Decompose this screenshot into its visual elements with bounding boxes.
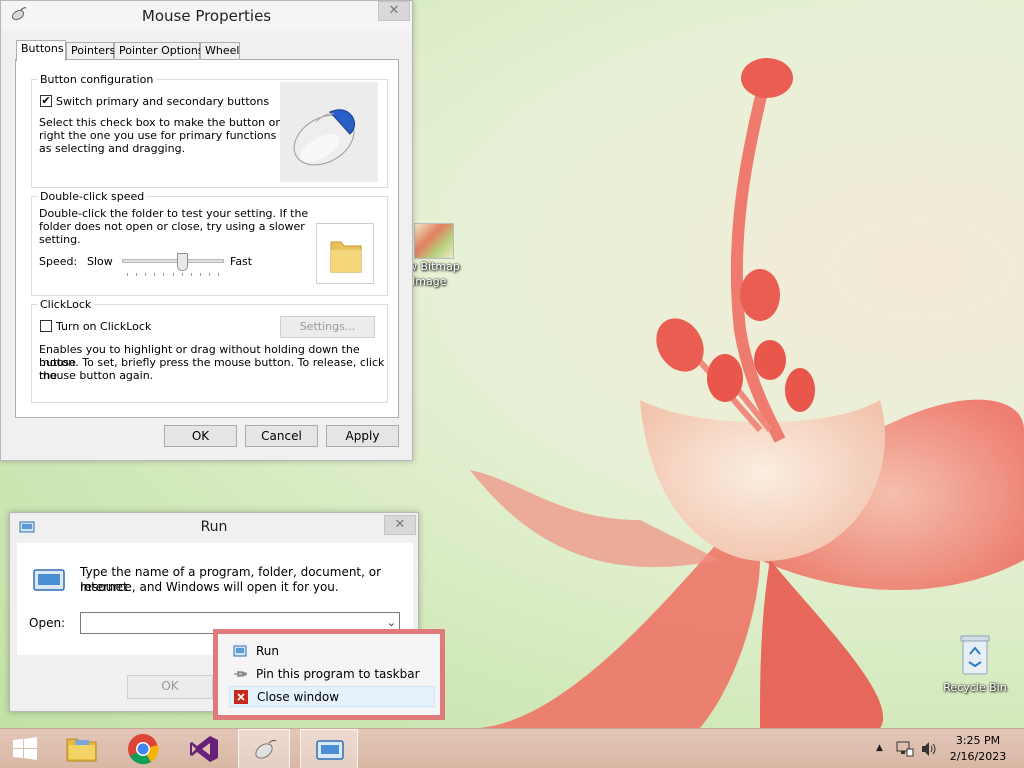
pin-icon bbox=[234, 671, 247, 677]
slider-tick bbox=[191, 273, 192, 276]
tab-buttons[interactable]: Buttons bbox=[16, 40, 66, 61]
mouse-properties-window: Mouse Properties ✕ Buttons Pointers Poin… bbox=[0, 0, 413, 461]
desktop-icon-bitmap-image[interactable]: w Bitmap Image bbox=[408, 223, 468, 289]
slow-label: Slow bbox=[87, 255, 113, 268]
mouse-properties-titlebar[interactable]: Mouse Properties ✕ bbox=[1, 1, 412, 31]
run-titlebar[interactable]: Run ✕ bbox=[10, 513, 418, 543]
slider-thumb[interactable] bbox=[177, 253, 188, 271]
chevron-down-icon[interactable]: ⌄ bbox=[387, 616, 396, 629]
folder-icon bbox=[330, 241, 362, 273]
close-icon bbox=[234, 690, 248, 704]
run-icon bbox=[233, 645, 247, 657]
slider-tick bbox=[163, 273, 164, 276]
double-click-desc-3: setting. bbox=[39, 233, 81, 246]
double-click-desc-1: Double-click the folder to test your set… bbox=[39, 207, 309, 220]
jump-item-label: Run bbox=[256, 644, 280, 658]
desktop-icon-recycle-bin[interactable]: Recycle Bin bbox=[940, 632, 1010, 694]
mouse-icon bbox=[255, 739, 277, 759]
run-title: Run bbox=[200, 519, 228, 535]
button-configuration-legend: Button configuration bbox=[40, 73, 154, 86]
buttons-tab-panel: Button configuration ✔ Switch primary an… bbox=[15, 59, 399, 418]
taskbar-jump-list: Run Pin this program to taskbar Close wi… bbox=[213, 629, 445, 720]
slider-tick bbox=[145, 273, 146, 276]
double-click-speed-legend: Double-click speed bbox=[40, 190, 145, 203]
switch-buttons-label[interactable]: Switch primary and secondary buttons bbox=[56, 95, 269, 108]
double-click-desc-2: folder does not open or close, try using… bbox=[39, 220, 305, 233]
taskbar-mouse-properties[interactable] bbox=[238, 729, 290, 768]
jump-list-body: Run Pin this program to taskbar Close wi… bbox=[218, 634, 440, 715]
run-close-button[interactable]: ✕ bbox=[384, 515, 416, 535]
tab-pointers[interactable]: Pointers bbox=[66, 42, 115, 60]
clicklock-label[interactable]: Turn on ClickLock bbox=[56, 320, 151, 333]
clicklock-legend: ClickLock bbox=[40, 298, 92, 311]
fast-label: Fast bbox=[230, 255, 253, 268]
speed-label: Speed: bbox=[39, 255, 78, 268]
desktop-icon-label-line1: w Bitmap bbox=[408, 260, 460, 273]
taskbar-chrome[interactable] bbox=[117, 729, 169, 768]
slider-tick bbox=[154, 273, 155, 276]
clock-time: 3:25 PM bbox=[955, 734, 1001, 747]
slider-tick bbox=[173, 273, 174, 276]
chrome-icon bbox=[128, 734, 159, 765]
slider-tick bbox=[136, 273, 137, 276]
folder-icon bbox=[66, 738, 97, 762]
close-button[interactable]: ✕ bbox=[378, 1, 410, 21]
run-desc-2: resource, and Windows will open it for y… bbox=[80, 580, 339, 594]
tab-wheel[interactable]: Wheel bbox=[200, 42, 240, 60]
run-ok-button[interactable]: OK bbox=[127, 675, 213, 699]
jump-item-close-window[interactable]: Close window bbox=[229, 686, 435, 707]
jump-item-run[interactable]: Run bbox=[229, 641, 435, 662]
desktop-icon-label-line2: Image bbox=[412, 275, 447, 288]
taskbar-file-explorer[interactable] bbox=[56, 729, 108, 768]
cancel-button[interactable]: Cancel bbox=[245, 425, 318, 447]
visual-studio-icon bbox=[190, 736, 218, 762]
system-clock[interactable]: 3:25 PM 2/16/2023 bbox=[946, 733, 1010, 765]
button-config-desc-3: as selecting and dragging. bbox=[39, 142, 186, 155]
slider-tick bbox=[200, 273, 201, 276]
network-icon[interactable] bbox=[896, 741, 914, 757]
apply-button[interactable]: Apply bbox=[326, 425, 399, 447]
jump-item-label: Pin this program to taskbar bbox=[256, 667, 420, 681]
clock-date: 2/16/2023 bbox=[949, 750, 1007, 763]
slider-tick bbox=[182, 273, 183, 276]
recycle-bin-label: Recycle Bin bbox=[943, 681, 1007, 694]
show-hidden-icons-button[interactable]: ▲ bbox=[876, 743, 883, 753]
ok-button[interactable]: OK bbox=[164, 425, 237, 447]
test-folder-area[interactable] bbox=[316, 223, 374, 284]
recycle-bin-icon bbox=[960, 635, 990, 675]
clicklock-settings-button[interactable]: Settings... bbox=[280, 316, 375, 338]
window-title: Mouse Properties bbox=[141, 7, 272, 25]
button-config-desc-2: right the one you use for primary functi… bbox=[39, 129, 306, 142]
slider-tick bbox=[218, 273, 219, 276]
bitmap-image-icon bbox=[414, 223, 454, 259]
run-icon bbox=[316, 740, 344, 760]
jump-item-label: Close window bbox=[257, 690, 340, 704]
start-button[interactable] bbox=[0, 729, 52, 768]
slider-tick bbox=[127, 273, 128, 276]
button-config-desc-1: Select this check box to make the button… bbox=[39, 116, 304, 129]
volume-icon[interactable] bbox=[920, 741, 938, 757]
double-click-speed-slider[interactable] bbox=[122, 253, 224, 279]
mouse-illustration bbox=[280, 82, 378, 182]
jump-item-pin[interactable]: Pin this program to taskbar bbox=[229, 664, 435, 685]
taskbar-run[interactable] bbox=[300, 729, 358, 768]
clicklock-checkbox[interactable] bbox=[40, 320, 52, 332]
run-program-icon bbox=[33, 569, 65, 591]
clicklock-desc-3: mouse button again. bbox=[39, 369, 154, 382]
switch-buttons-checkbox[interactable]: ✔ bbox=[40, 95, 52, 107]
slider-tick bbox=[209, 273, 210, 276]
taskbar-visual-studio[interactable] bbox=[178, 729, 230, 768]
taskbar: ▲ 3:25 PM 2/16/2023 bbox=[0, 728, 1024, 768]
tab-pointer-options[interactable]: Pointer Options bbox=[114, 42, 204, 60]
mouse-illustration-icon bbox=[293, 109, 356, 166]
windows-logo-icon bbox=[13, 737, 37, 760]
slider-track bbox=[122, 259, 224, 263]
open-label: Open: bbox=[29, 616, 66, 630]
